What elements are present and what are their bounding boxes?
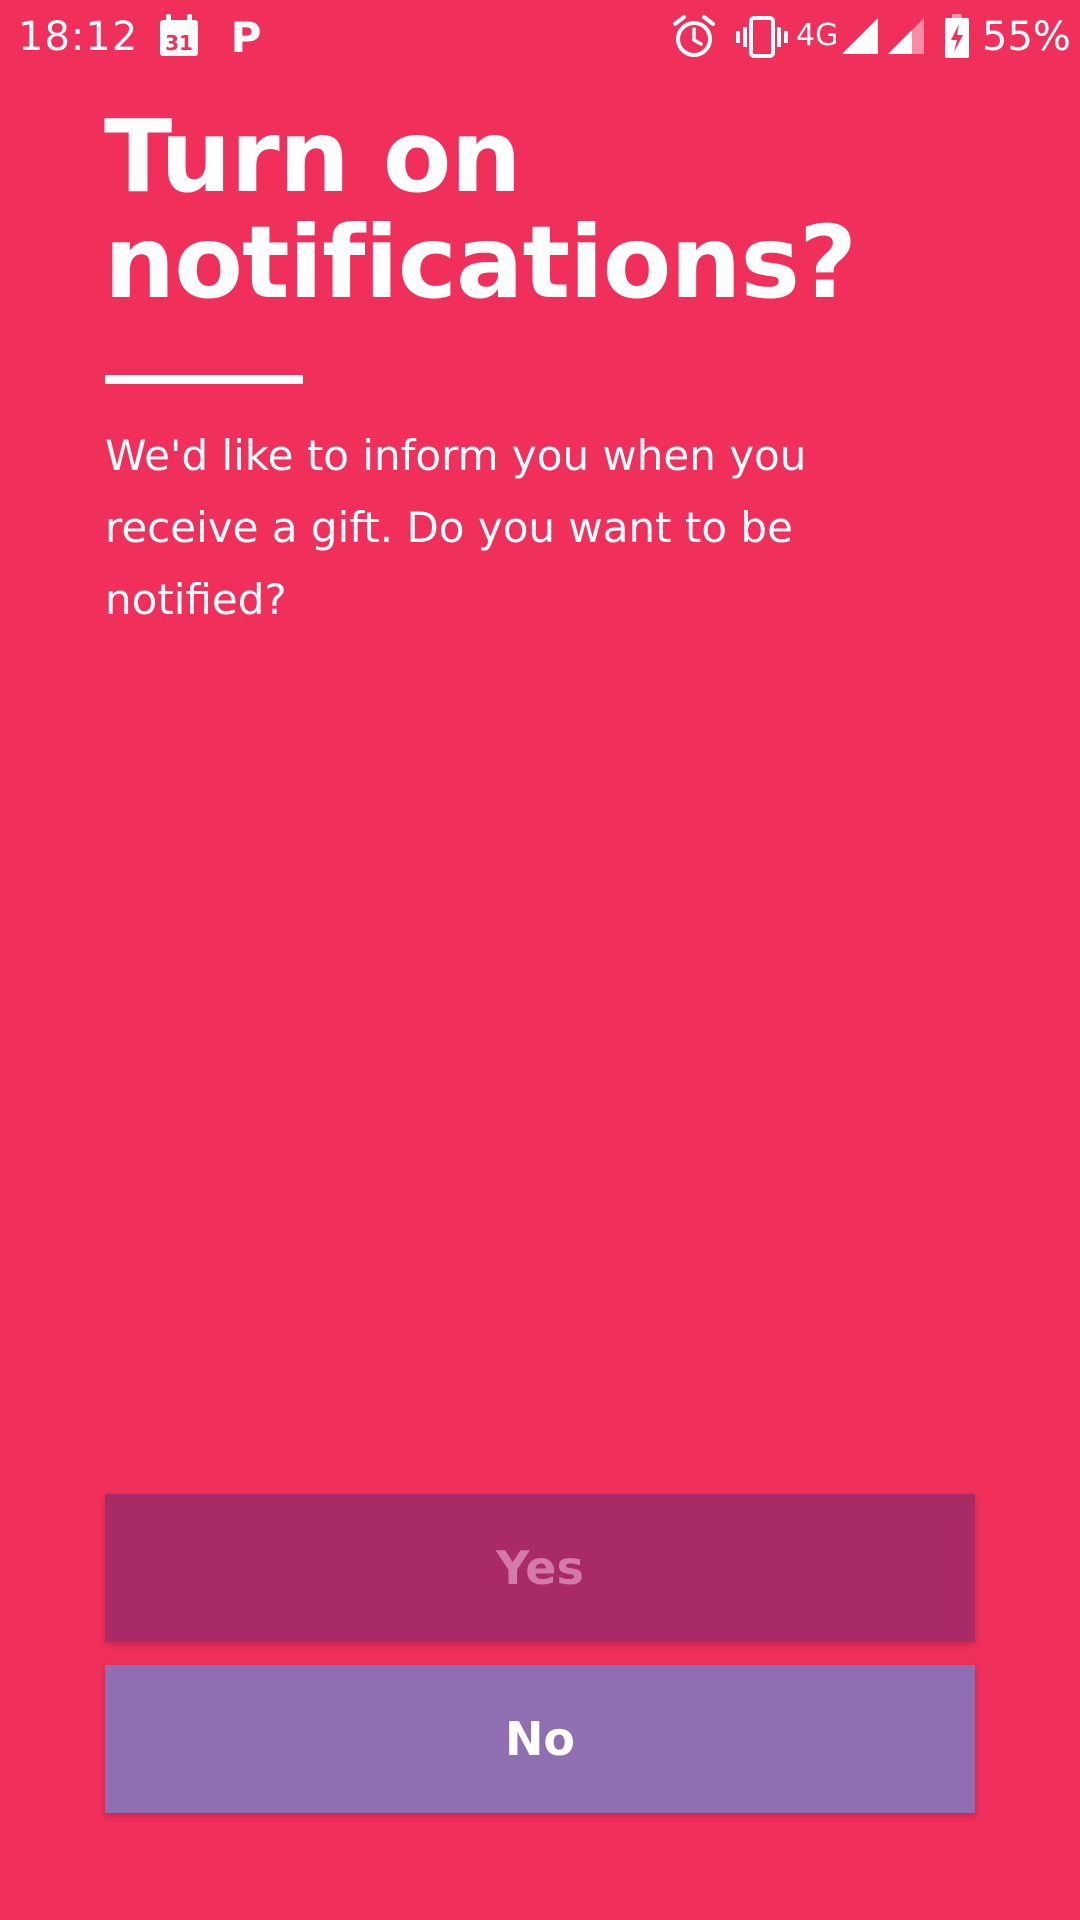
parking-letter: P (231, 14, 262, 58)
notification-message: We'd like to inform you when you receive… (105, 431, 807, 624)
status-bar: 18:12 31 P 4G 55% (0, 0, 1080, 74)
network-type-label: 4G (796, 18, 839, 53)
battery-charging-icon (945, 14, 969, 58)
alarm-icon (673, 15, 715, 57)
page-title: Turn on notifications? (104, 98, 857, 321)
signal-strength-icon (888, 18, 924, 54)
status-time: 18:12 (18, 14, 139, 60)
notification-permission-screen: 18:12 31 P 4G 55% Turn on notifications?… (0, 0, 1080, 1920)
no-button[interactable]: No (105, 1665, 975, 1813)
calendar-icon: 31 (160, 14, 198, 56)
parking-app-icon: P (231, 14, 262, 58)
signal-strength-icon (842, 18, 878, 54)
vibrate-icon (736, 16, 788, 58)
calendar-day-text: 31 (165, 31, 193, 55)
yes-button[interactable]: Yes (105, 1494, 975, 1642)
battery-percent: 55% (982, 14, 1071, 60)
title-divider (105, 375, 303, 384)
